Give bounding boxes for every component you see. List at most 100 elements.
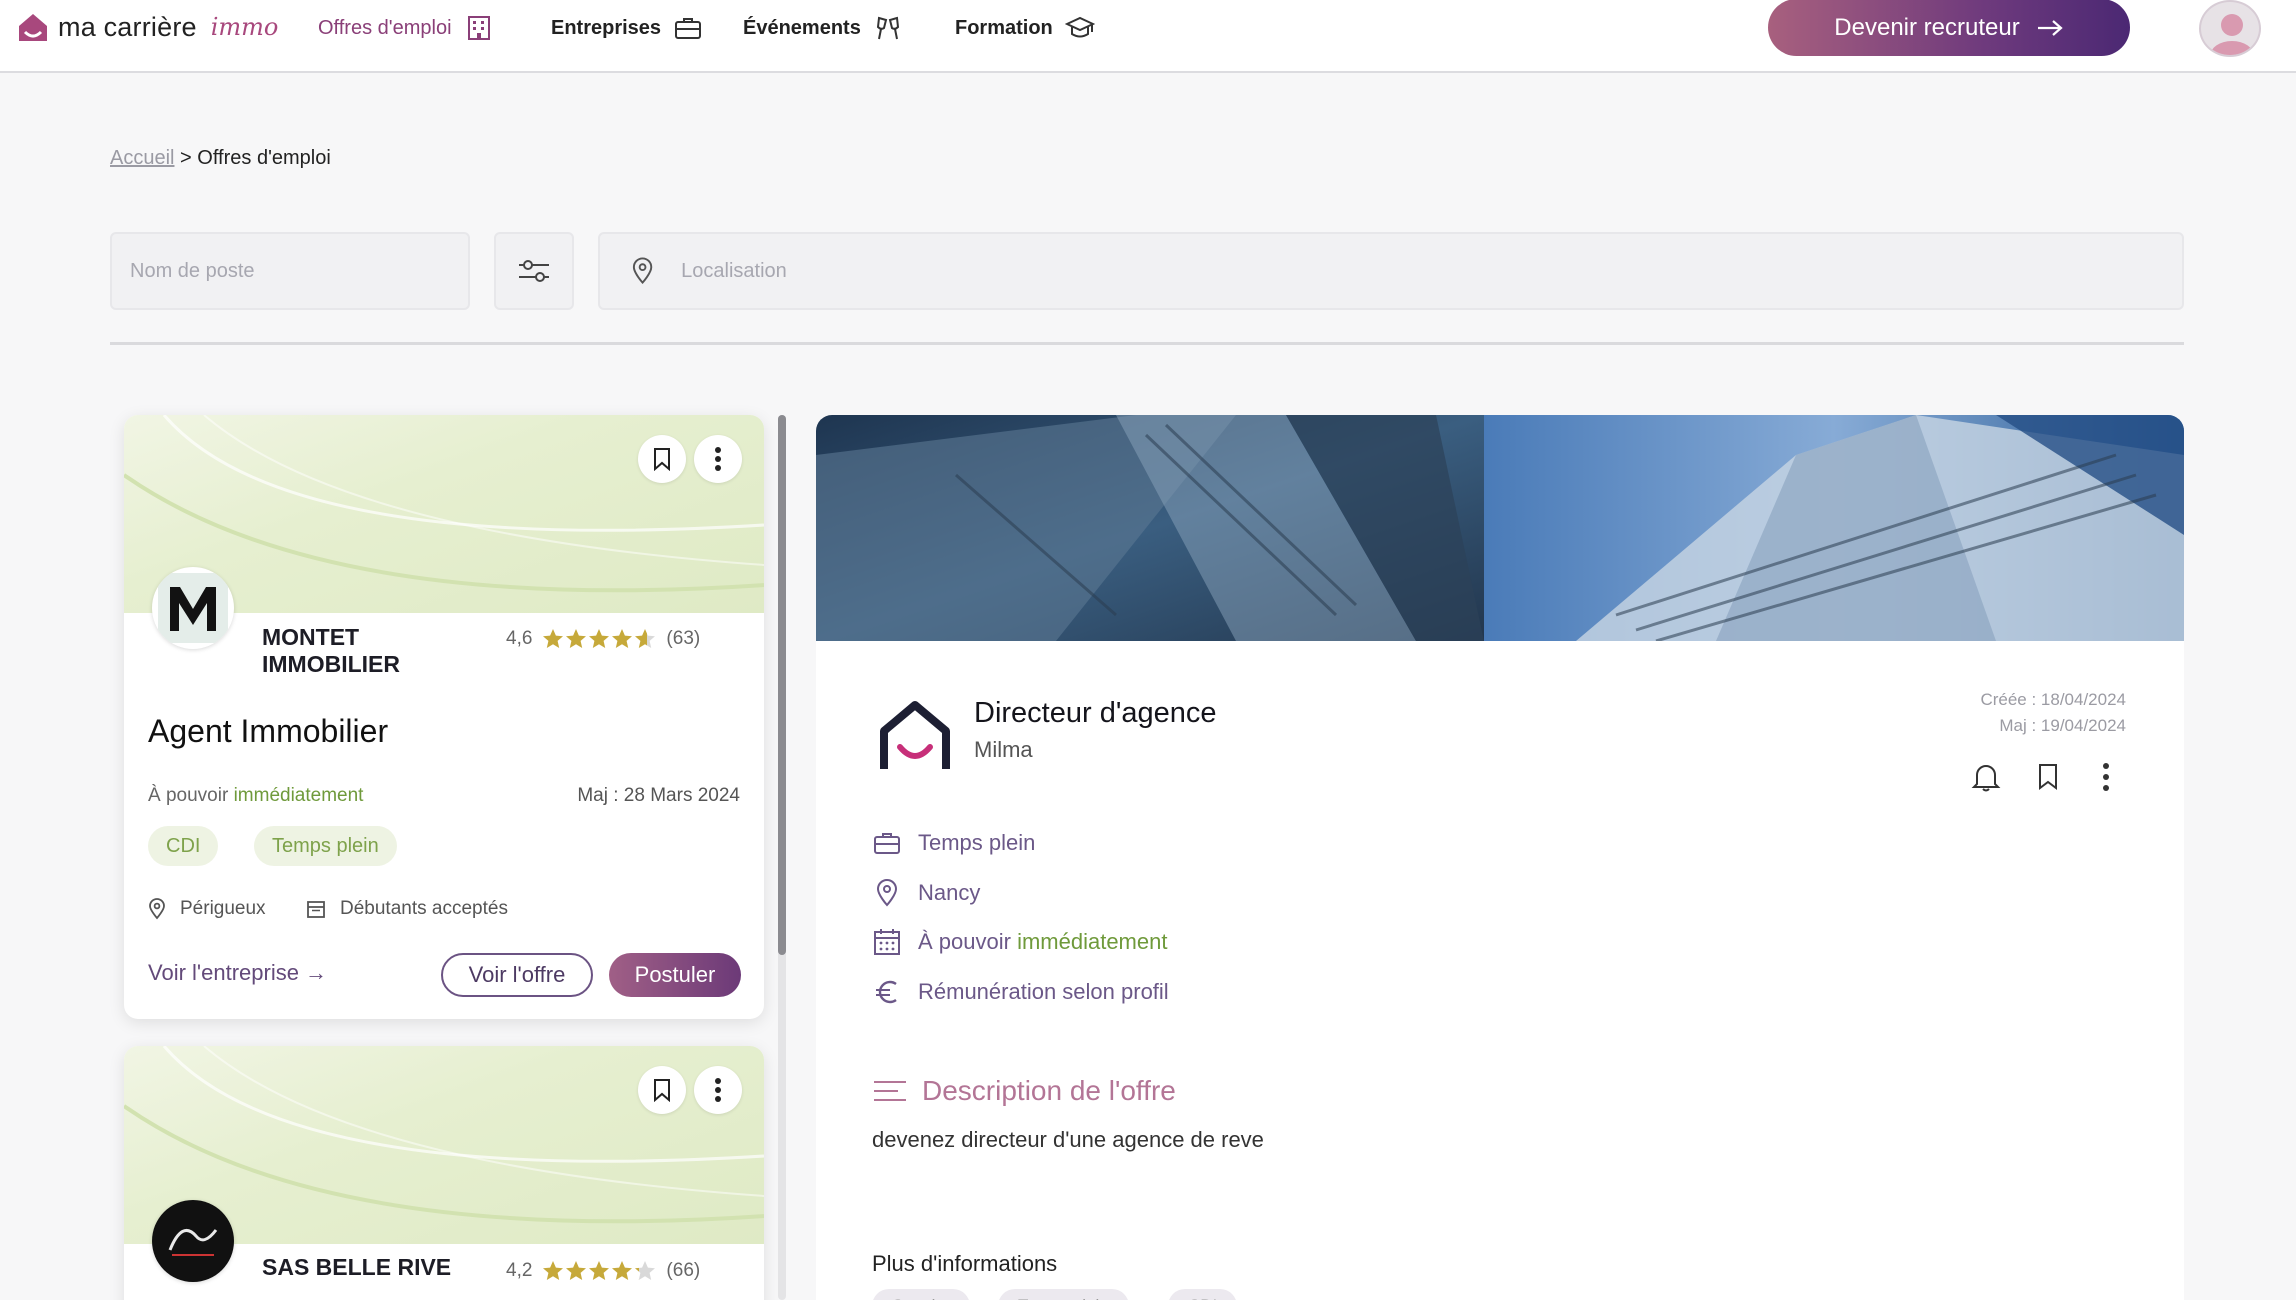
company-logo-mark: [158, 573, 228, 643]
company-name: MONTET IMMOBILIER: [262, 624, 400, 677]
bookmark-icon: [2039, 764, 2057, 790]
arrow-right-icon: [2037, 19, 2063, 36]
nav-label: Formation: [955, 16, 1053, 39]
job-detail-panel: Directeur d'agence Milma Créée : 18/04/2…: [816, 415, 2184, 1300]
more-vertical-icon: [715, 447, 721, 471]
bell-icon: [1971, 765, 2001, 792]
job-experience: Débutants acceptés: [306, 898, 508, 920]
availability-prefix: À pouvoir: [148, 785, 229, 806]
description-heading: Description de l'offre: [872, 1075, 1176, 1107]
more-options-button[interactable]: [694, 1066, 742, 1114]
breadcrumb-home-link[interactable]: Accueil: [110, 147, 174, 169]
star-rating: [542, 1260, 656, 1282]
nav-label: Entreprises: [551, 16, 662, 39]
detail-banner-image: [816, 415, 2184, 641]
cta-label: Devenir recruteur: [1834, 13, 2020, 41]
company-logo: [152, 567, 234, 649]
scroll-thumb[interactable]: [778, 415, 786, 955]
job-card[interactable]: SAS BELLE RIVE 4,2 (66): [124, 1046, 764, 1300]
review-count: (63): [666, 628, 701, 649]
brand-name: ma carrière: [58, 11, 197, 42]
euro-icon: [876, 980, 897, 1004]
nav-evenements[interactable]: Événements: [743, 13, 903, 43]
site-logo[interactable]: ma carrière immo: [16, 10, 278, 44]
map-pin-icon: [632, 257, 653, 285]
company-rating: 4,6 (63): [506, 628, 700, 650]
nav-label: Offres d'emploi: [318, 16, 452, 39]
star-icon: [566, 1261, 587, 1280]
view-company-link[interactable]: Voir l'entreprise →: [148, 960, 327, 986]
review-count: (66): [666, 1260, 701, 1281]
star-icon: [589, 629, 610, 648]
star-icon: [589, 1261, 610, 1280]
view-offer-button[interactable]: Voir l'offre: [441, 953, 593, 997]
company-logo-mark: [153, 1201, 233, 1281]
job-title-input[interactable]: [130, 259, 468, 283]
more-options-button[interactable]: [2084, 755, 2128, 799]
availability-value: immédiatement: [1017, 929, 1168, 954]
briefcase-icon: [675, 18, 702, 39]
more-info-tag: CDI: [1168, 1289, 1238, 1300]
building-icon: [467, 16, 490, 40]
job-location: Périgueux: [148, 898, 266, 920]
job-list-scrollbar[interactable]: [778, 415, 786, 1300]
location-search[interactable]: [598, 232, 2184, 310]
more-info-heading: Plus d'informations: [872, 1251, 1058, 1276]
location-input[interactable]: [681, 259, 2182, 283]
brand-accent: immo: [210, 13, 279, 41]
map-pin-icon: [876, 879, 898, 907]
calendar-icon: [874, 929, 900, 955]
nav-offres-emploi[interactable]: Offres d'emploi: [318, 13, 494, 43]
star-rating: [542, 628, 656, 650]
nav-formation[interactable]: Formation: [955, 13, 1095, 43]
logo-house-icon: [19, 14, 47, 41]
text-lines-icon: [874, 1081, 906, 1101]
briefcase-icon: [874, 833, 900, 854]
breadcrumb-current: Offres d'emploi: [197, 147, 331, 169]
star-icon: [635, 629, 656, 648]
filters-button[interactable]: [494, 232, 574, 310]
job-availability: À pouvoir immédiatement: [148, 785, 363, 807]
detail-contract: Temps plein: [872, 828, 1035, 858]
detail-salary: Rémunération selon profil: [872, 977, 1169, 1007]
company-rating: 4,2 (66): [506, 1260, 700, 1282]
experience-text: Débutants acceptés: [340, 898, 508, 919]
calendar-icon: [307, 901, 325, 918]
save-job-button[interactable]: [638, 1066, 686, 1114]
rating-value: 4,6: [506, 628, 533, 649]
breadcrumb: Accueil > Offres d'emploi: [110, 147, 331, 170]
more-vertical-icon: [715, 1078, 721, 1102]
become-recruiter-button[interactable]: Devenir recruteur: [1768, 0, 2130, 56]
job-title[interactable]: Agent Immobilier: [148, 713, 388, 750]
apply-button[interactable]: Postuler: [609, 953, 741, 997]
more-options-button[interactable]: [694, 435, 742, 483]
detail-company-name[interactable]: Milma: [974, 737, 1033, 763]
availability-value: immédiatement: [233, 785, 364, 806]
user-avatar[interactable]: [2199, 0, 2261, 57]
graduation-cap-icon: [1064, 16, 1095, 38]
top-navigation-bar: ma carrière immo Offres d'emploi Entrepr…: [0, 0, 2296, 73]
star-icon: [543, 629, 564, 648]
job-alert-button[interactable]: [1964, 755, 2008, 799]
nav-label: Événements: [743, 16, 861, 39]
bookmark-icon: [654, 448, 670, 471]
company-logo: [152, 1200, 234, 1282]
salary-text: Rémunération selon profil: [918, 979, 1169, 1004]
search-divider: [110, 342, 2184, 345]
job-updated-date: Maj : 28 Mars 2024: [577, 785, 740, 806]
job-title-search[interactable]: [110, 232, 470, 310]
location-text: Nancy: [918, 880, 981, 905]
user-icon: [2210, 14, 2254, 55]
rating-value: 4,2: [506, 1260, 533, 1281]
breadcrumb-separator: >: [180, 147, 192, 169]
tag-contract: CDI: [148, 826, 219, 866]
save-job-button[interactable]: [2026, 755, 2070, 799]
save-job-button[interactable]: [638, 435, 686, 483]
detail-location: Nancy: [872, 878, 980, 908]
job-card[interactable]: MONTET IMMOBILIER 4,6 (63) Agent Immobil…: [124, 415, 764, 1019]
company-name: SAS BELLE RIVE: [262, 1254, 452, 1280]
description-title: Description de l'offre: [922, 1075, 1176, 1106]
nav-entreprises[interactable]: Entreprises: [551, 13, 703, 43]
star-icon: [566, 629, 587, 648]
created-date: Créée : 18/04/2024: [1980, 690, 2126, 709]
